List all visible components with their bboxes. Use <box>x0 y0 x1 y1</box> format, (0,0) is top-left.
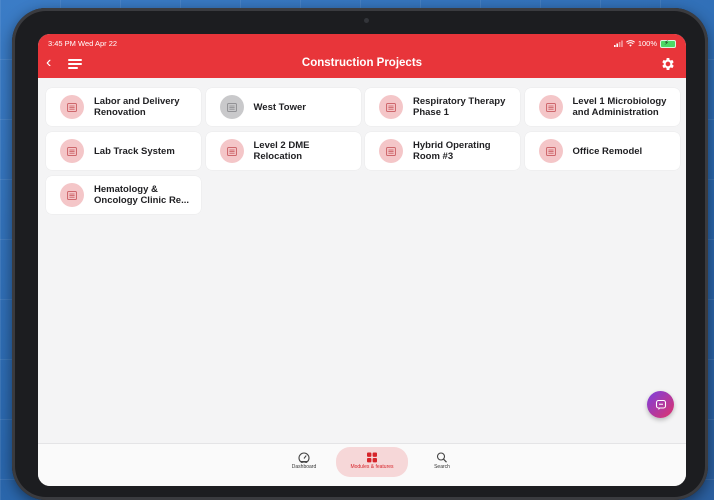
app-screen: 3:45 PM Wed Apr 22 100% ⚡ ‹ Construction… <box>38 34 686 486</box>
tab-dashboard-label: Dashboard <box>291 464 317 470</box>
project-card-label: Lab Track System <box>94 145 175 157</box>
status-indicators: 100% <box>613 39 676 48</box>
project-card-label: Respiratory Therapy Phase 1 <box>413 96 506 118</box>
chat-icon <box>655 399 666 410</box>
building-icon <box>379 95 403 119</box>
project-card[interactable]: Lab Track System <box>46 132 201 170</box>
building-icon <box>60 95 84 119</box>
camera <box>364 18 369 23</box>
tab-modules-label: Modules & features <box>350 464 394 470</box>
building-icon <box>538 139 563 163</box>
tablet-frame: 3:45 PM Wed Apr 22 100% ⚡ ‹ Construction… <box>12 8 708 500</box>
project-card[interactable]: Hybrid Operating Room #3 <box>365 132 520 170</box>
app-header: 3:45 PM Wed Apr 22 100% ⚡ ‹ Construction… <box>38 34 686 78</box>
building-icon <box>538 95 563 119</box>
battery-charging-icon <box>660 39 676 48</box>
gear-icon[interactable] <box>660 56 676 72</box>
building-icon <box>60 183 84 207</box>
status-bar: 3:45 PM Wed Apr 22 100% <box>48 39 676 51</box>
battery-percent: 100% <box>637 39 657 48</box>
chat-button[interactable] <box>647 391 674 418</box>
tab-dashboard[interactable]: Dashboard <box>276 447 332 477</box>
nav-row: ‹ Construction Projects <box>38 52 686 76</box>
project-card-label: Office Remodel <box>572 145 643 157</box>
project-card[interactable]: Level 1 Microbiology and Administration <box>524 88 680 126</box>
tab-search[interactable]: Search <box>414 447 470 477</box>
project-card[interactable]: Office Remodel <box>524 132 680 170</box>
bottom-tab-bar: Dashboard Modules & features Search <box>38 443 686 486</box>
speedometer-icon <box>298 452 310 463</box>
project-card-label: Level 2 DME Relocation <box>253 140 310 162</box>
status-time: 3:45 PM Wed Apr 22 <box>48 39 118 48</box>
project-card-label: Labor and Delivery Renovation <box>94 96 180 118</box>
project-card-label: Hematology & Oncology Clinic Re... <box>94 184 190 206</box>
tab-modules-features[interactable]: Modules & features <box>336 447 408 477</box>
project-card[interactable]: Hematology & Oncology Clinic Re... <box>46 176 201 214</box>
grid-icon <box>367 452 377 463</box>
projects-grid: Labor and Delivery Renovation West Tower R… <box>46 88 680 214</box>
project-card-label: Hybrid Operating Room #3 <box>413 140 491 162</box>
building-icon <box>379 139 403 163</box>
page-title: Construction Projects <box>301 57 423 69</box>
building-icon <box>219 95 244 119</box>
tab-search-label: Search <box>434 464 450 470</box>
project-card[interactable]: Level 2 DME Relocation <box>205 132 361 170</box>
project-card-label: West Tower <box>253 101 306 113</box>
wifi-icon <box>625 40 635 47</box>
signal-icon <box>613 40 623 47</box>
building-icon <box>60 139 84 163</box>
project-card-label: Level 1 Microbiology and Administration <box>572 96 667 118</box>
search-icon <box>436 452 447 463</box>
project-card[interactable]: Labor and Delivery Renovation <box>46 88 201 126</box>
project-card[interactable]: West Tower <box>205 88 361 126</box>
project-card[interactable]: Respiratory Therapy Phase 1 <box>365 88 520 126</box>
building-icon <box>219 139 244 163</box>
